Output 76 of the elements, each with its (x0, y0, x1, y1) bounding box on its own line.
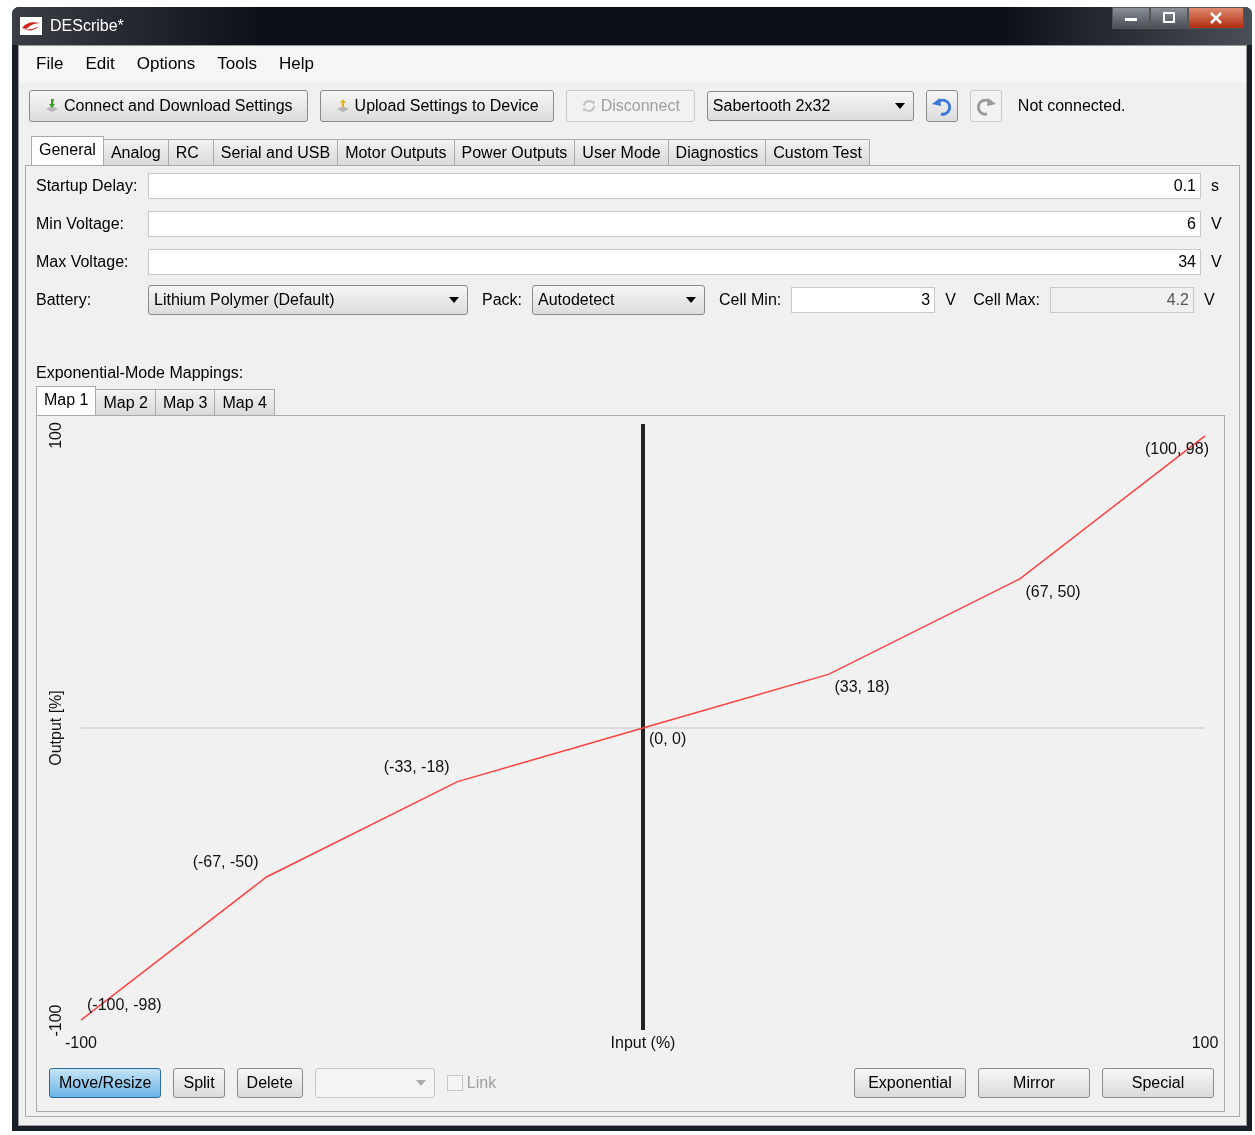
undo-icon (930, 95, 953, 117)
point-label: (67, 50) (1025, 583, 1081, 600)
menu-item[interactable]: Help (268, 51, 325, 77)
x-tick-label: -100 (65, 1034, 97, 1051)
field-label: Cell Max: (973, 291, 1040, 309)
x-axis-title: Input (%) (610, 1034, 676, 1051)
input-field[interactable]: 3 (791, 287, 936, 313)
input-field[interactable]: 6 (148, 211, 1201, 237)
maximize-button[interactable] (1150, 7, 1188, 29)
preset-button[interactable]: Exponential (854, 1068, 966, 1098)
unit-label: V (945, 291, 957, 309)
tab[interactable]: User Mode (574, 139, 669, 165)
toolbar-button[interactable]: Connect and Download Settings (29, 90, 308, 122)
window-title: DEScribe* (50, 17, 124, 35)
app-logo-icon (20, 17, 42, 35)
tab[interactable]: Motor Outputs (337, 139, 455, 165)
tab[interactable]: Diagnostics (667, 139, 767, 165)
tool-button[interactable]: Move/Resize (49, 1068, 162, 1098)
dropdown-arrow-icon (415, 1080, 426, 1086)
y-tick-label: 100 (47, 422, 64, 449)
point-label: (-33, -18) (383, 757, 450, 775)
close-icon (1209, 12, 1223, 24)
tab[interactable]: Power Outputs (453, 139, 576, 165)
download-icon (44, 98, 60, 114)
device-dropdown[interactable]: Sabertooth 2x32 (706, 91, 914, 121)
minimize-button[interactable] (1112, 7, 1150, 29)
preset-button[interactable]: Special (1102, 1068, 1214, 1098)
unit-label: s (1211, 177, 1220, 195)
tab[interactable]: Map 2 (95, 389, 156, 415)
point-label: (100, 98) (1144, 439, 1209, 457)
tool-button[interactable]: Split (173, 1068, 225, 1098)
input-field[interactable]: 0.1 (148, 173, 1201, 199)
field-label: Max Voltage: (36, 253, 130, 271)
redo-icon (974, 95, 997, 117)
close-button[interactable] (1188, 7, 1244, 29)
field-label: Startup Delay: (36, 177, 138, 195)
field-label: Cell Min: (719, 291, 782, 309)
menu-item[interactable]: Tools (206, 51, 268, 77)
tab[interactable]: RC (167, 139, 214, 165)
pack-dropdown[interactable]: Autodetect (532, 285, 705, 315)
section-title: Exponential-Mode Mappings: (36, 364, 245, 382)
tab[interactable]: General (31, 136, 104, 165)
point-label: (33, 18) (834, 678, 890, 696)
unit-label: V (1211, 253, 1223, 271)
point-label: (-67, -50) (192, 853, 259, 870)
checkbox-label: Link (466, 1074, 497, 1092)
menu-item[interactable]: Options (125, 51, 207, 77)
menu-item[interactable]: File (25, 51, 75, 77)
connection-status: Not connected. (1017, 97, 1126, 115)
x-tick-label: 100 (1191, 1034, 1219, 1051)
refresh-icon (580, 98, 597, 114)
field-label: Battery: (36, 291, 93, 309)
dropdown-arrow-icon (449, 297, 459, 303)
toolbar-button[interactable]: Upload Settings to Device (319, 90, 554, 122)
unit-label: V (1203, 291, 1216, 309)
menu-item[interactable]: Edit (74, 51, 126, 77)
field-label: Min Voltage: (36, 215, 126, 233)
unit-label: V (1211, 215, 1223, 233)
y-tick-label: -100 (47, 1004, 64, 1037)
tab[interactable]: Map 3 (154, 389, 216, 415)
input-field[interactable]: 34 (148, 249, 1201, 275)
preset-button[interactable]: Mirror (978, 1068, 1090, 1098)
field-label: Pack: (482, 291, 522, 309)
point-label: (0, 0) (649, 730, 687, 747)
tab[interactable]: Analog (102, 139, 169, 165)
maximize-icon (1162, 12, 1176, 24)
tab[interactable]: Custom Test (765, 139, 870, 165)
tab[interactable]: Map 1 (36, 386, 97, 415)
tab[interactable]: Serial and USB (212, 139, 339, 165)
tab[interactable]: Map 4 (214, 389, 275, 415)
battery-dropdown[interactable]: Lithium Polymer (Default) (148, 285, 468, 315)
dropdown-arrow-icon (686, 297, 696, 303)
undo-button[interactable] (925, 90, 958, 122)
y-axis-title: Output [%] (47, 690, 64, 766)
tool-button[interactable]: Delete (236, 1068, 303, 1098)
dropdown-arrow-icon (894, 103, 905, 109)
